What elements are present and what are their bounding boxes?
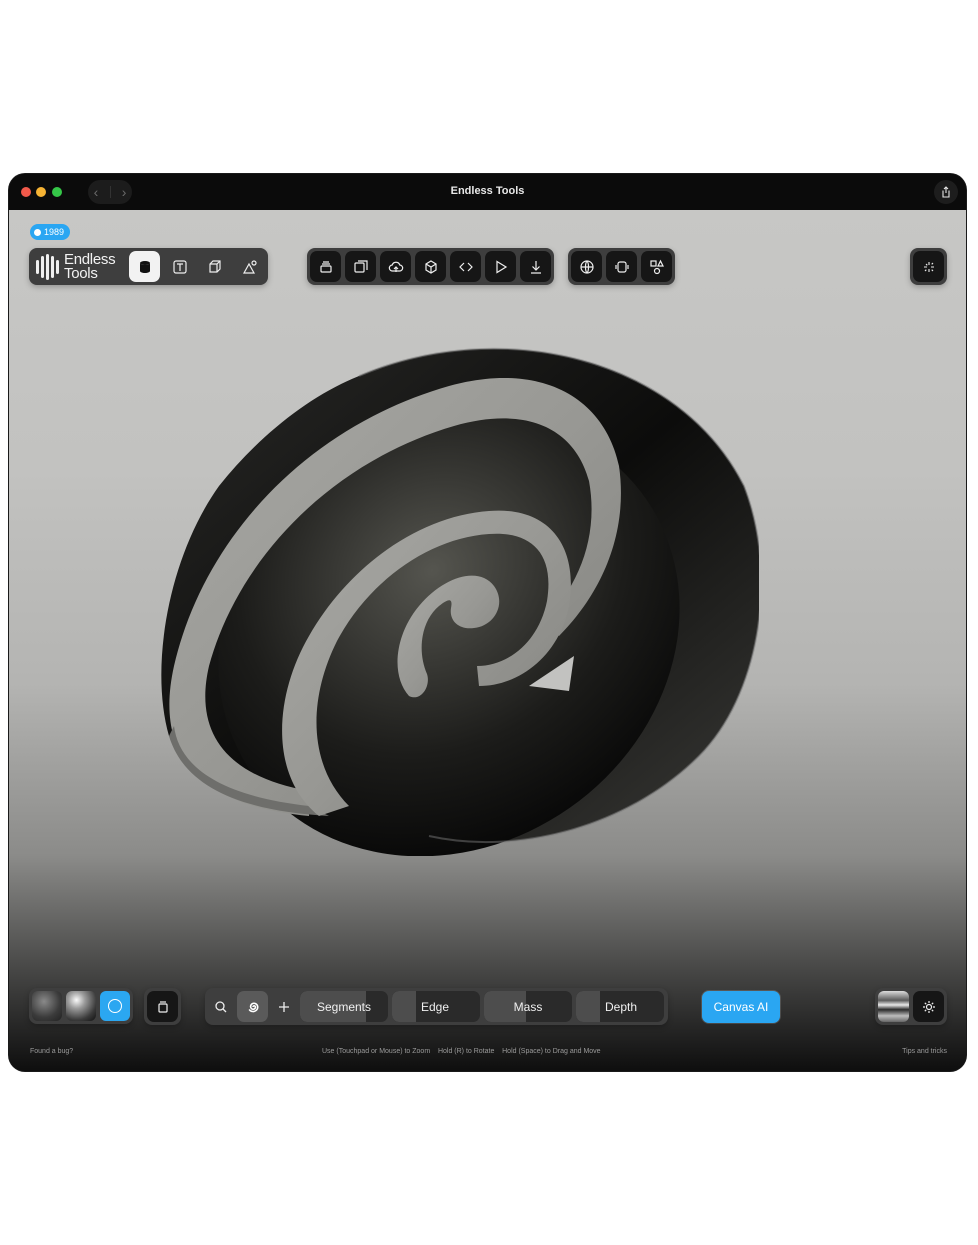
plus-icon (279, 1001, 289, 1012)
globe-button[interactable] (571, 251, 602, 282)
layers-icon (319, 260, 332, 273)
brand-line-2: Tools (64, 264, 98, 282)
mass-label: Mass (513, 999, 543, 1014)
download-icon (530, 260, 541, 274)
spiral-3d-model[interactable] (159, 336, 759, 856)
sparkle-icon (923, 261, 934, 272)
download-button[interactable] (520, 251, 551, 282)
sparkle-button[interactable] (913, 251, 944, 282)
3d-canvas[interactable]: 1989 Endless Tools Segments Edge Mass De… (9, 210, 966, 1071)
mode-3d-shape-button[interactable] (129, 251, 161, 282)
globe-icon (579, 259, 594, 274)
copy-layer-icon (157, 1000, 168, 1013)
device-icon (614, 260, 629, 273)
play-button[interactable] (485, 251, 516, 282)
mode-shapes-button[interactable] (234, 251, 265, 282)
cylinder-icon (139, 260, 150, 273)
search-icon (215, 1000, 227, 1012)
main-toolbar (307, 248, 554, 285)
cube-icon (209, 259, 221, 273)
window-title: Endless Tools (450, 185, 525, 197)
material-panel (29, 988, 133, 1024)
depth-slider[interactable]: Depth (576, 991, 664, 1022)
canvas-ai-button[interactable]: Canvas AI (702, 991, 780, 1023)
spiral-icon (248, 1001, 259, 1012)
custom-material-button[interactable] (100, 991, 130, 1021)
lighting-button[interactable] (913, 991, 944, 1022)
code-icon (458, 262, 473, 271)
cloud-upload-button[interactable] (380, 251, 411, 282)
badge-dot (34, 228, 41, 236)
box-3d-button[interactable] (415, 251, 446, 282)
device-preview-button[interactable] (606, 251, 637, 282)
edge-label: Edge (421, 999, 450, 1014)
shapes-library-icon (649, 259, 664, 274)
matte-material-icon[interactable] (32, 991, 62, 1021)
view-toolbar (568, 248, 675, 285)
report-bug-link[interactable]: Found a bug? (30, 1048, 73, 1055)
custom-material-icon (108, 999, 122, 1013)
controls-hint: Use (Touchpad or Mouse) to Zoom Hold (R)… (322, 1048, 601, 1055)
version-number: 1989 (44, 227, 65, 237)
layers-button[interactable] (310, 251, 341, 282)
depth-label: Depth (605, 999, 638, 1014)
brand-logo: Endless Tools (32, 252, 125, 282)
add-shape-button[interactable] (272, 991, 296, 1022)
brand-mode-panel: Endless Tools (29, 248, 269, 285)
mode-text-button[interactable] (164, 251, 195, 282)
cloud-upload-icon (388, 261, 403, 272)
text-icon (173, 259, 187, 274)
segments-slider[interactable]: Segments (300, 991, 388, 1022)
mass-slider[interactable]: Mass (484, 991, 572, 1022)
box-3d-icon (424, 259, 437, 274)
glossy-material-icon[interactable] (66, 991, 96, 1021)
shape-params-panel: Segments Edge Mass Depth (205, 988, 668, 1025)
title-bar: ‹ › Endless Tools (9, 174, 966, 210)
share-icon (942, 186, 950, 198)
layers-panel (144, 988, 181, 1025)
environment-panel (875, 988, 947, 1025)
shapes-library-button[interactable] (641, 251, 672, 282)
play-icon (495, 259, 507, 274)
brand-name: Endless Tools (64, 252, 116, 282)
environment-map-thumbnail[interactable] (878, 991, 909, 1022)
mode-cube-button[interactable] (199, 251, 230, 282)
shapes-icon (242, 259, 257, 274)
tips-link[interactable]: Tips and tricks (902, 1048, 947, 1055)
search-button[interactable] (209, 991, 233, 1022)
segments-label: Segments (316, 999, 372, 1014)
sun-icon (922, 1000, 935, 1013)
app-window: ‹ › Endless Tools 1989 Endless Tools Seg… (9, 174, 966, 1071)
spiral-shape-button[interactable] (237, 991, 268, 1022)
export-frame-button[interactable] (345, 251, 376, 282)
share-button[interactable] (934, 180, 958, 204)
edge-slider[interactable]: Edge (392, 991, 480, 1022)
copy-layer-button[interactable] (147, 991, 178, 1022)
sparkle-panel (910, 248, 947, 285)
embed-code-button[interactable] (450, 251, 481, 282)
export-frame-icon (353, 259, 368, 273)
version-badge: 1989 (30, 224, 71, 240)
logo-mark-icon (36, 253, 59, 280)
